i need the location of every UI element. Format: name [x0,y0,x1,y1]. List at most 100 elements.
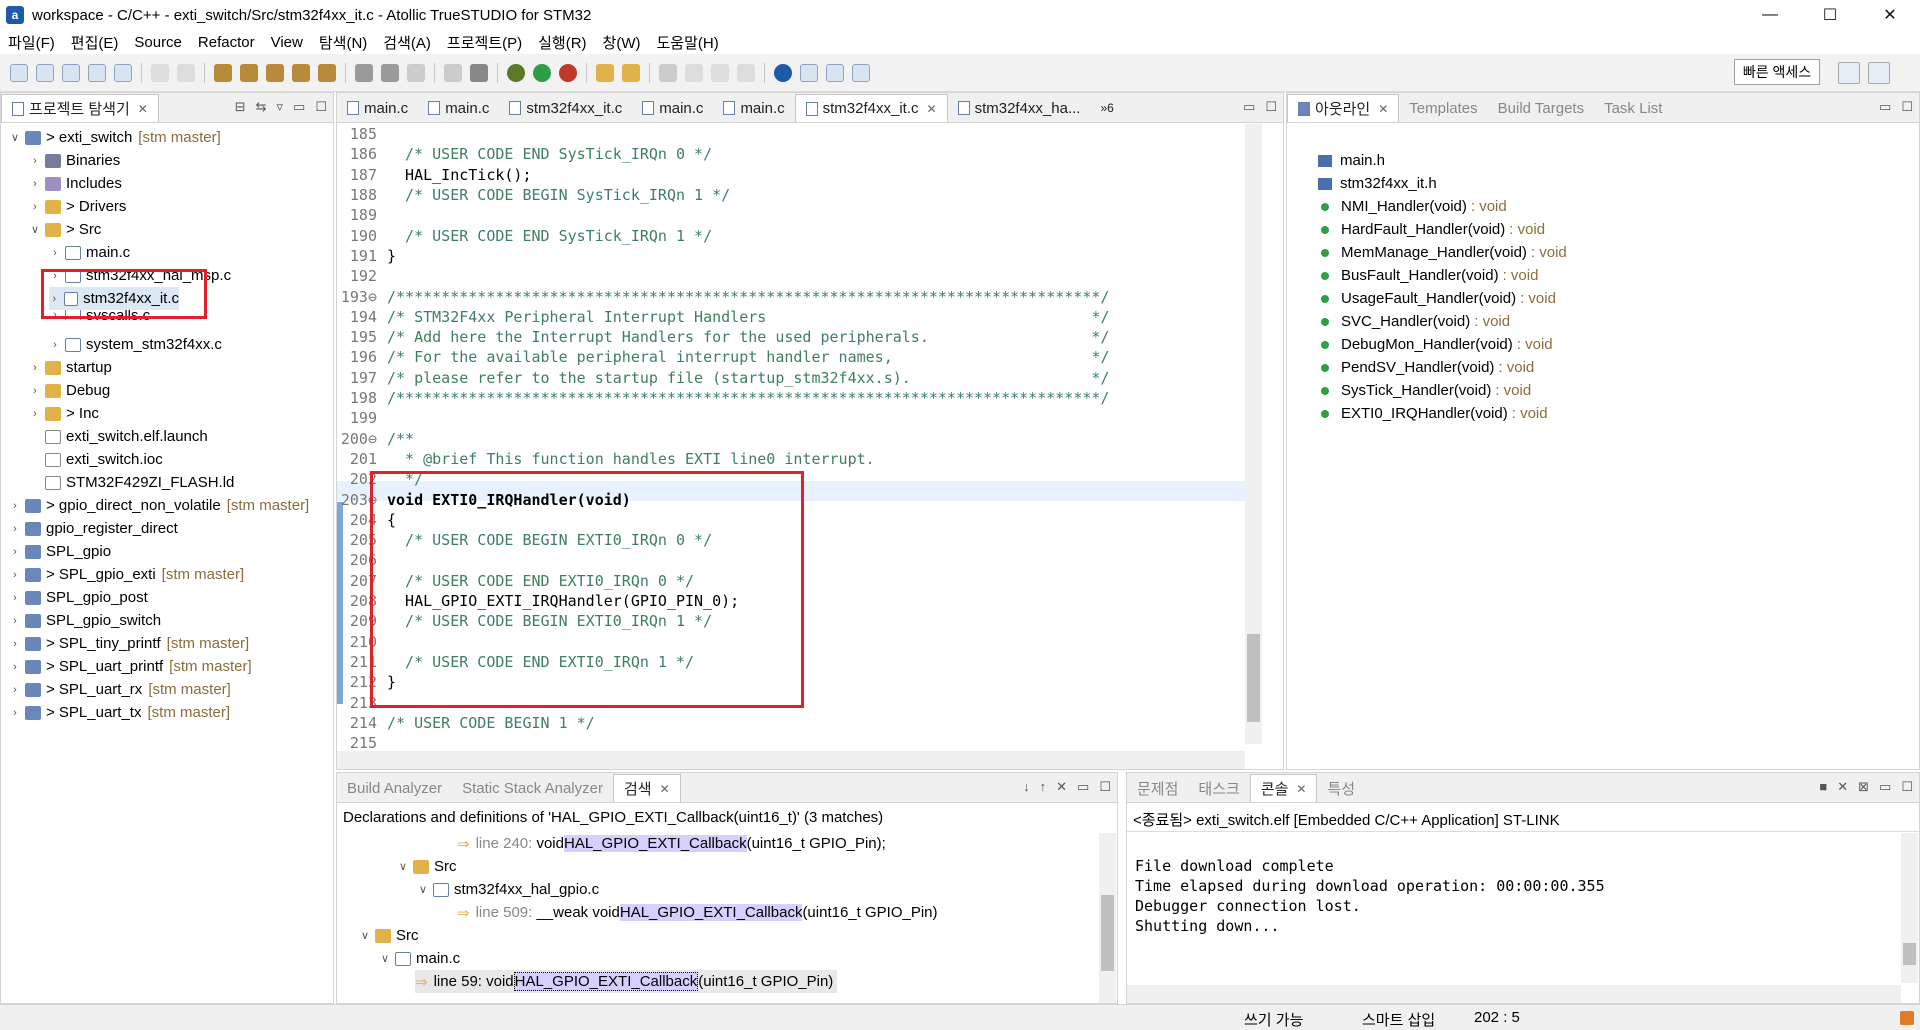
editor-tab[interactable]: main.c [713,94,794,122]
tools-icon[interactable] [470,63,488,82]
gear-icon[interactable] [381,63,399,82]
tree-item-ioc[interactable]: exti_switch.ioc [41,448,163,471]
tree-item-spl-gpio[interactable]: › SPL_gpio [9,540,111,563]
toggle-icon[interactable] [444,63,462,82]
save-icon[interactable] [151,63,169,82]
menu-run[interactable]: 실행(R) [530,32,594,53]
minimize-icon[interactable]: ▭ [1879,99,1891,115]
tree-item-spl-gpio-post[interactable]: › SPL_gpio_post [9,586,148,609]
editor-tab[interactable]: stm32f4xx_it.c [499,94,632,122]
tab-search[interactable]: 검색 ✕ [612,774,681,802]
new-header-icon[interactable] [62,63,80,82]
console-hscroll[interactable] [1127,985,1901,1003]
search-icon[interactable] [659,63,677,82]
perspective-icon[interactable] [1838,62,1860,84]
debug-icon[interactable] [507,63,525,82]
menu-window[interactable]: 창(W) [595,32,649,53]
tab-tasks[interactable]: 태스크 [1188,774,1249,802]
editor-tab-active[interactable]: stm32f4xx_it.c ✕ [794,94,948,122]
debug-settings-icon[interactable] [355,63,373,82]
outline-item[interactable]: NMI_Handler(void): void [1317,195,1507,218]
maximize-icon[interactable]: ☐ [1099,779,1111,795]
run-icon[interactable] [533,63,551,82]
minimize-button[interactable]: — [1740,0,1800,30]
outline-item[interactable]: SysTick_Handler(void): void [1317,379,1531,402]
minimize-icon[interactable]: ▭ [1243,99,1255,115]
close-button[interactable]: ✕ [1860,0,1920,30]
editor-vscroll[interactable] [1245,124,1262,744]
build-icon[interactable] [214,63,232,82]
outline-item[interactable]: HardFault_Handler(void): void [1317,218,1545,241]
maximize-icon[interactable]: ☐ [1265,99,1277,115]
new-class-icon[interactable] [88,63,106,82]
save-all-icon[interactable] [177,63,195,82]
close-icon[interactable]: ✕ [660,782,670,796]
console-vscroll[interactable] [1901,833,1918,983]
search-folder[interactable]: ∨ Src [359,924,419,947]
forward-icon[interactable] [711,63,729,82]
new-icon[interactable] [10,63,28,82]
tab-properties[interactable]: 특성 [1317,774,1365,802]
scroll-thumb[interactable] [1903,943,1916,965]
next-match-icon[interactable]: ↓ [1023,779,1030,795]
scroll-thumb[interactable] [1101,895,1114,971]
terminate-icon[interactable]: ■ [1819,779,1827,795]
outline-item[interactable]: MemManage_Handler(void): void [1317,241,1567,264]
menu-file[interactable]: 파일(F) [0,32,63,53]
open-folder-icon[interactable] [596,63,614,82]
tree-item-includes[interactable]: › Includes [29,172,122,195]
external-tools-icon[interactable] [559,63,577,82]
outline-item[interactable]: BusFault_Handler(void): void [1317,264,1538,287]
link-editor-icon[interactable]: ⇆ [256,99,267,115]
maximize-button[interactable]: ☐ [1800,0,1860,30]
search-result[interactable]: ⇒ line 509: __weak void HAL_GPIO_EXTI_Ca… [457,901,938,924]
menu-view[interactable]: View [263,34,311,51]
tree-item-drivers[interactable]: › > Drivers [29,195,126,218]
tree-item-binaries[interactable]: › Binaries [29,149,120,172]
search-folder[interactable]: ∨ Src [397,855,457,878]
back-icon[interactable] [685,63,703,82]
tree-item-launch[interactable]: exti_switch.elf.launch [41,425,208,448]
tree-item-spl-gpio-exti[interactable]: › > SPL_gpio_exti [stm master] [9,563,244,586]
tree-item-ld[interactable]: STM32F429ZI_FLASH.ld [41,471,234,494]
tree-item-gpio-direct[interactable]: › > gpio_direct_non_volatile [stm master] [9,494,309,517]
close-icon[interactable]: ✕ [927,102,937,116]
outline-item[interactable]: EXTI0_IRQHandler(void): void [1317,402,1548,425]
tree-item-system-stm32[interactable]: › system_stm32f4xx.c [49,333,222,356]
expand-icon[interactable] [852,63,870,82]
outline-item[interactable]: PendSV_Handler(void): void [1317,356,1534,379]
tree-item-inc[interactable]: › > Inc [29,402,99,425]
menu-refactor[interactable]: Refactor [190,34,263,51]
clean-icon[interactable] [292,63,310,82]
menu-project[interactable]: 프로젝트(P) [439,32,530,53]
menu-help[interactable]: 도움말(H) [649,32,727,53]
pen-icon[interactable] [622,63,640,82]
editor-tab[interactable]: main.c [632,94,713,122]
minimize-icon[interactable]: ▭ [293,99,305,115]
close-icon[interactable]: ✕ [1296,782,1306,796]
tree-item-spl-uart-printf[interactable]: › > SPL_uart_printf [stm master] [9,655,252,678]
tree-item-exti-switch[interactable]: ∨ > exti_switch [stm master] [9,126,221,149]
info-icon[interactable] [774,63,792,82]
tab-overflow[interactable]: »6 [1090,94,1123,122]
tab-templates[interactable]: Templates [1399,94,1487,122]
tab-build-analyzer[interactable]: Build Analyzer [337,774,452,802]
tab-project-explorer[interactable]: 프로젝트 탐색기 ✕ [1,94,159,122]
tree-item-debug[interactable]: › Debug [29,379,110,402]
c-perspective-icon[interactable] [1868,62,1890,84]
menu-source[interactable]: Source [126,34,190,51]
minimize-icon[interactable]: ▭ [1077,779,1089,795]
maximize-icon[interactable]: ☐ [1901,99,1913,115]
editor-tab[interactable]: main.c [337,94,418,122]
collapse-all-icon[interactable]: ⊟ [235,99,246,115]
tree-item-spl-uart-rx[interactable]: › > SPL_uart_rx [stm master] [9,678,231,701]
menu-navigate[interactable]: 탐색(N) [311,32,375,53]
quick-access-input[interactable]: 빠른 액세스 [1734,59,1820,85]
maximize-icon[interactable]: ☐ [315,99,327,115]
search-vscroll[interactable] [1099,833,1116,1003]
outline-item[interactable]: stm32f4xx_it.h [1317,172,1437,195]
import-icon[interactable] [114,63,132,82]
checkbox-icon[interactable] [407,63,425,82]
editor-hscroll[interactable] [337,751,1245,769]
tab-static-stack-analyzer[interactable]: Static Stack Analyzer [452,774,613,802]
